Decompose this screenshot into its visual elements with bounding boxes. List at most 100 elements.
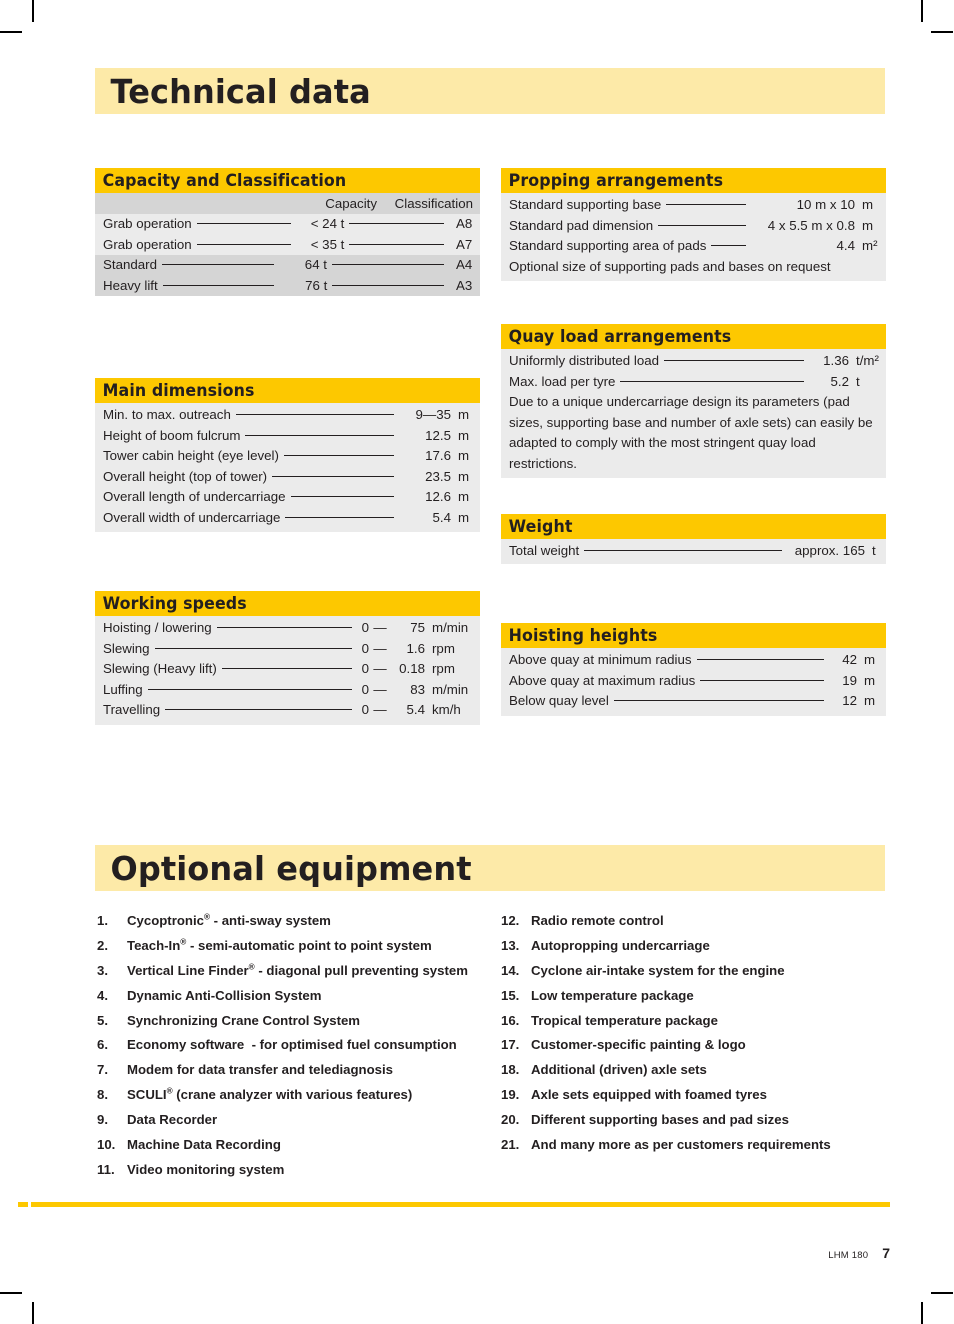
section-body-working-speeds: Hoisting / lowering 0 — 75 m/min Slewing… [95,616,480,725]
row-range-dash: — [373,661,387,676]
list-item-label: Radio remote control [531,913,664,928]
row-value: 10 m x 10 [796,197,855,212]
row-label: Travelling [103,702,161,717]
table-row: Standard supporting base 10 m x 10 m [501,195,886,216]
row-label: Total weight [509,543,580,558]
leader-line [154,647,352,649]
row-label: Height of boom fulcrum [103,427,241,443]
list-item-number: 8. [97,1087,108,1103]
leader-line [696,659,824,660]
table-row: Standard 64 t A4 [95,255,480,276]
table-row: Slewing (Heavy lift) 0 — 0.18 rpm [95,659,480,680]
section-body-hoisting-heights: Above quay at minimum radius 42 m Above … [501,648,886,716]
list-item: 15. Low temperature package [501,988,901,1004]
row-range-dash: — [373,620,387,635]
row-unit: m [458,407,470,422]
row-value-min: 0 [361,681,369,697]
list-item-number: 4. [97,987,108,1003]
row-label: Grab operation [103,216,192,231]
row-unit: m [458,489,470,504]
row-unit: m [864,693,876,708]
crop-mark-bottom-right-horizontal [931,1292,953,1294]
row-label: Overall length of undercarriage [103,489,286,504]
quay-load-note: Due to a unique undercarriage design its… [509,394,873,471]
leader-line [221,668,352,669]
table-row: Overall length of undercarriage 12.6 m [95,487,480,508]
row-unit: t/m² [856,353,879,368]
row-range-dash: — [373,702,387,717]
list-item-label: Tropical temperature package [531,1012,718,1028]
list-item-label: Modem for data transfer and telediagnosi… [127,1062,393,1078]
leader-line [165,709,352,710]
row-value: 17.6 [425,448,451,463]
section-title-quay-load: Quay load arrangements [508,327,732,346]
section-main-dimensions: Main dimensions Min. to max. outreach 9—… [95,378,480,532]
section-title-propping: Propping arrangements [508,171,724,190]
list-item: 16. Tropical temperature package [501,1013,901,1029]
footer: LHM 180 7 [600,1245,890,1261]
section-header-main-dimensions: Main dimensions [95,378,480,403]
leader-line [196,223,292,224]
list-item-label: Data Recorder [127,1112,218,1128]
table-row: Total weight approx. 165 t [501,541,886,562]
row-value-min: 0 [361,661,369,676]
leader-line [620,380,804,382]
table-row: Min. to max. outreach 9—35 m [95,405,480,426]
list-item-number: 15. [501,987,520,1003]
row-value: < 35 t [310,236,345,252]
row-value: approx. 165 [794,543,865,558]
row-label: Overall width of undercarriage [103,509,281,525]
row-unit: t [872,543,876,558]
list-item: 2. Teach-In® - semi-automatic point to po… [97,938,497,954]
leader-line [349,243,445,245]
leader-line [245,434,394,436]
leader-line [664,360,804,361]
table-row: Uniformly distributed load 1.36 t/m² [501,351,886,372]
section-header-working-speeds: Working speeds [95,591,480,616]
list-item: 3. Vertical Line Finder® - diagonal pull … [97,963,497,979]
list-item-label: Cycoptronic® - anti-sway system [127,912,331,928]
row-value-min: 0 [361,640,369,656]
table-row: Height of boom fulcrum 12.5 m [95,426,480,447]
row-value: 19 [842,672,857,688]
table-row: Standard pad dimension 4 x 5.5 m x 0.8 m [501,216,886,237]
capacity-column-headers: Capacity Classification [95,193,480,214]
list-item-number: 17. [501,1037,520,1053]
row-label: Luffing [103,681,143,697]
crop-mark-top-right-vertical [921,0,923,22]
list-item-number: 11. [97,1161,115,1177]
column-header-classification: Classification [394,196,473,211]
row-label: Below quay level [509,693,609,708]
section-hoisting-heights: Hoisting heights Above quay at minimum r… [501,623,886,716]
table-row: Grab operation < 35 t A7 [95,234,480,255]
crop-mark-top-left-horizontal [0,31,22,33]
row-label: Max. load per tyre [509,373,616,389]
table-row: Max. load per tyre 5.2 t [501,372,886,393]
row-value-max: 0.18 [399,661,425,676]
row-unit: rpm [432,640,455,656]
table-row: Grab operation < 24 t A8 [95,214,480,235]
section-title-weight: Weight [508,517,573,536]
row-unit: m [864,652,876,667]
row-value: 42 [842,652,857,667]
section-header-capacity: Capacity and Classification [95,168,480,193]
list-item-label: Vertical Line Finder® - diagonal pull pr… [127,962,468,978]
row-value: 12 [842,693,857,708]
list-item: 9. Data Recorder [97,1112,497,1128]
row-value-max: 83 [410,681,425,697]
table-row: Above quay at minimum radius 42 m [501,650,886,671]
row-value: 12.6 [425,489,451,504]
list-item-label: Economy software - for optimised fuel co… [127,1037,457,1053]
row-label: Min. to max. outreach [103,407,231,422]
row-unit: m [458,468,470,484]
row-value: 12.5 [425,427,451,443]
list-item-number: 10. [97,1137,116,1153]
optional-equipment-title: Optional equipment [110,848,472,888]
row-value: 9—35 [415,407,451,422]
row-range-dash: — [373,640,387,656]
section-title-hoisting-heights: Hoisting heights [508,626,658,645]
list-item: 17. Customer-specific painting & logo [501,1037,901,1053]
section-capacity-and-classification: Capacity and Classification Capacity Cla… [95,168,480,296]
section-header-weight: Weight [501,514,886,539]
list-item-label: Teach-In® - semi-automatic point to poin… [127,937,432,953]
